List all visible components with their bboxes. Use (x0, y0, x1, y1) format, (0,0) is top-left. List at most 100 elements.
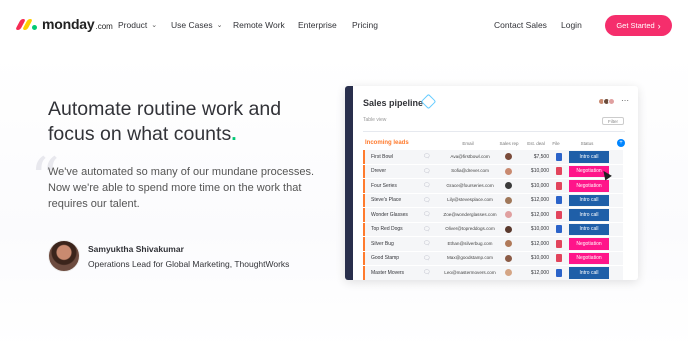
row-amount: $12,000 (530, 197, 549, 203)
file-icon (556, 196, 562, 204)
chat-bubble-icon: 🗨 (423, 168, 431, 175)
row-email: Leo@mastermovers.com (444, 269, 496, 275)
nav-use-cases-label: Use Cases (171, 20, 213, 30)
testimonial-quote: We've automated so many of our mundane p… (48, 166, 315, 210)
top-navbar: monday .com Product ⌄ Use Cases ⌄ Remote… (0, 0, 688, 52)
avatar (505, 167, 512, 175)
status-badge: Negotiation (569, 180, 609, 192)
nav-pricing-label: Pricing (352, 20, 378, 30)
row-email: Lily@stevesplace.com (447, 197, 493, 202)
logo-suffix: .com (95, 21, 113, 31)
board-title: Sales pipeline (363, 98, 424, 108)
nav-product[interactable]: Product ⌄ (118, 20, 157, 30)
arrow-right-icon: › (657, 20, 661, 31)
table-row: First Bowl 🗨 Ava@firstbowl.com $7,500 Intro … (363, 150, 623, 164)
table-row: Master Movers 🗨 Leo@mastermovers.com $12,00… (363, 266, 623, 280)
row-name: Top Red Dogs (371, 226, 403, 232)
row-email: Oliver@topreddogs.com (445, 226, 495, 231)
chat-bubble-icon: 🗨 (423, 255, 431, 262)
row-name: Drever (371, 168, 387, 174)
chevron-down-icon: ⌄ (216, 22, 223, 29)
hero-headline-text: Automate routine work and focus on what … (48, 98, 282, 145)
nav-pricing[interactable]: Pricing (352, 20, 378, 30)
avatar (608, 98, 615, 105)
row-email: Max@goodstamp.com (446, 255, 494, 260)
file-icon (556, 239, 562, 248)
chat-bubble-icon: 🗨 (423, 197, 431, 204)
chat-bubble-icon: 🗨 (423, 212, 431, 218)
monday-logo[interactable]: monday .com (15, 16, 113, 32)
avatar (505, 225, 512, 233)
row-email: Ava@firstbowl.com (450, 153, 490, 159)
row-amount: $12,000 (530, 211, 549, 218)
filter-button: Filter (602, 117, 624, 125)
avatar (505, 196, 512, 204)
group-title: Incoming leads (365, 140, 409, 146)
chat-bubble-icon: 🗨 (423, 226, 431, 233)
file-icon (556, 225, 562, 233)
avatar (505, 153, 512, 160)
status-badge: Intro call (569, 267, 609, 279)
nav-product-label: Product (118, 20, 148, 30)
headline-period: . (231, 123, 237, 145)
row-name: Master Movers (371, 269, 405, 276)
contact-sales-link[interactable]: Contact Sales (494, 20, 547, 30)
nav-enterprise[interactable]: Enterprise (298, 20, 337, 30)
row-amount: $7,500 (533, 153, 549, 160)
status-badge: Intro call (569, 209, 609, 221)
status-badge: Negotiation (569, 238, 609, 250)
author-role: Operations Lead for Global Marketing, Th… (88, 259, 290, 269)
login-label: Login (561, 20, 582, 30)
board-members (598, 98, 615, 105)
table-row: Drever 🗨 Sofia@drever.com $10,000 Negotiatio… (363, 164, 623, 178)
nav-remote-work-label: Remote Work (233, 20, 285, 30)
column-header-file: File (552, 141, 560, 146)
login-link[interactable]: Login (561, 20, 582, 30)
avatar (505, 211, 512, 218)
board-info-icon (420, 93, 437, 110)
row-amount: $10,000 (530, 226, 549, 232)
get-started-button[interactable]: Get Started › (605, 15, 672, 36)
hero-headline: Automate routine work and focus on what … (48, 97, 318, 147)
avatar (505, 254, 512, 262)
chat-bubble-icon: 🗨 (423, 270, 431, 276)
nav-use-cases[interactable]: Use Cases ⌄ (171, 20, 222, 30)
row-email: Grace@fourseries.com (446, 182, 494, 188)
row-amount: $12,000 (530, 240, 549, 247)
row-name: Good Stamp (371, 255, 400, 261)
row-name: Wonder Glasses (371, 211, 408, 218)
avatar (505, 269, 512, 276)
table-view-tab: Table view (363, 117, 387, 123)
nav-remote-work[interactable]: Remote Work (233, 20, 285, 30)
file-icon (556, 268, 562, 277)
board-rows: First Bowl 🗨 Ava@firstbowl.com $7,500 Intro … (363, 150, 623, 280)
row-email: Zoe@wonderglasses.com (443, 211, 497, 217)
logo-mark-icon (15, 17, 38, 31)
file-icon (556, 210, 562, 219)
get-started-label: Get Started (616, 21, 655, 30)
author-name: Samyuktha Shivakumar (88, 244, 184, 254)
row-amount: $10,000 (530, 168, 549, 174)
chat-bubble-icon: 🗨 (423, 183, 431, 189)
avatar (505, 240, 512, 247)
row-email: Ethan@silverbug.com (447, 240, 493, 246)
status-badge: Intro call (569, 194, 609, 206)
more-icon: ⋯ (621, 96, 629, 105)
column-header-status: Status (580, 141, 594, 146)
table-row: Four Series 🗨 Grace@fourseries.com $10,000 N… (363, 179, 623, 193)
chat-bubble-icon: 🗨 (423, 154, 431, 160)
avatar (505, 182, 512, 189)
status-badge: Negotiation (569, 252, 609, 264)
plus-icon: + (617, 139, 625, 147)
table-row: Top Red Dogs 🗨 Oliver@topreddogs.com $10,00… (363, 222, 623, 236)
row-name: Steve's Place (371, 197, 402, 203)
column-header-deal: Est. deal (527, 141, 545, 146)
status-badge: Intro call (569, 151, 609, 163)
row-amount: $12,000 (530, 269, 549, 276)
status-badge: Intro call (569, 223, 609, 235)
table-row: Steve's Place 🗨 Lily@stevesplace.com $12,00… (363, 193, 623, 207)
divider (363, 131, 625, 132)
row-name: Four Series (371, 182, 397, 189)
avatar (48, 240, 80, 272)
table-row: Wonder Glasses 🗨 Zoe@wonderglasses.com $12,… (363, 208, 623, 222)
